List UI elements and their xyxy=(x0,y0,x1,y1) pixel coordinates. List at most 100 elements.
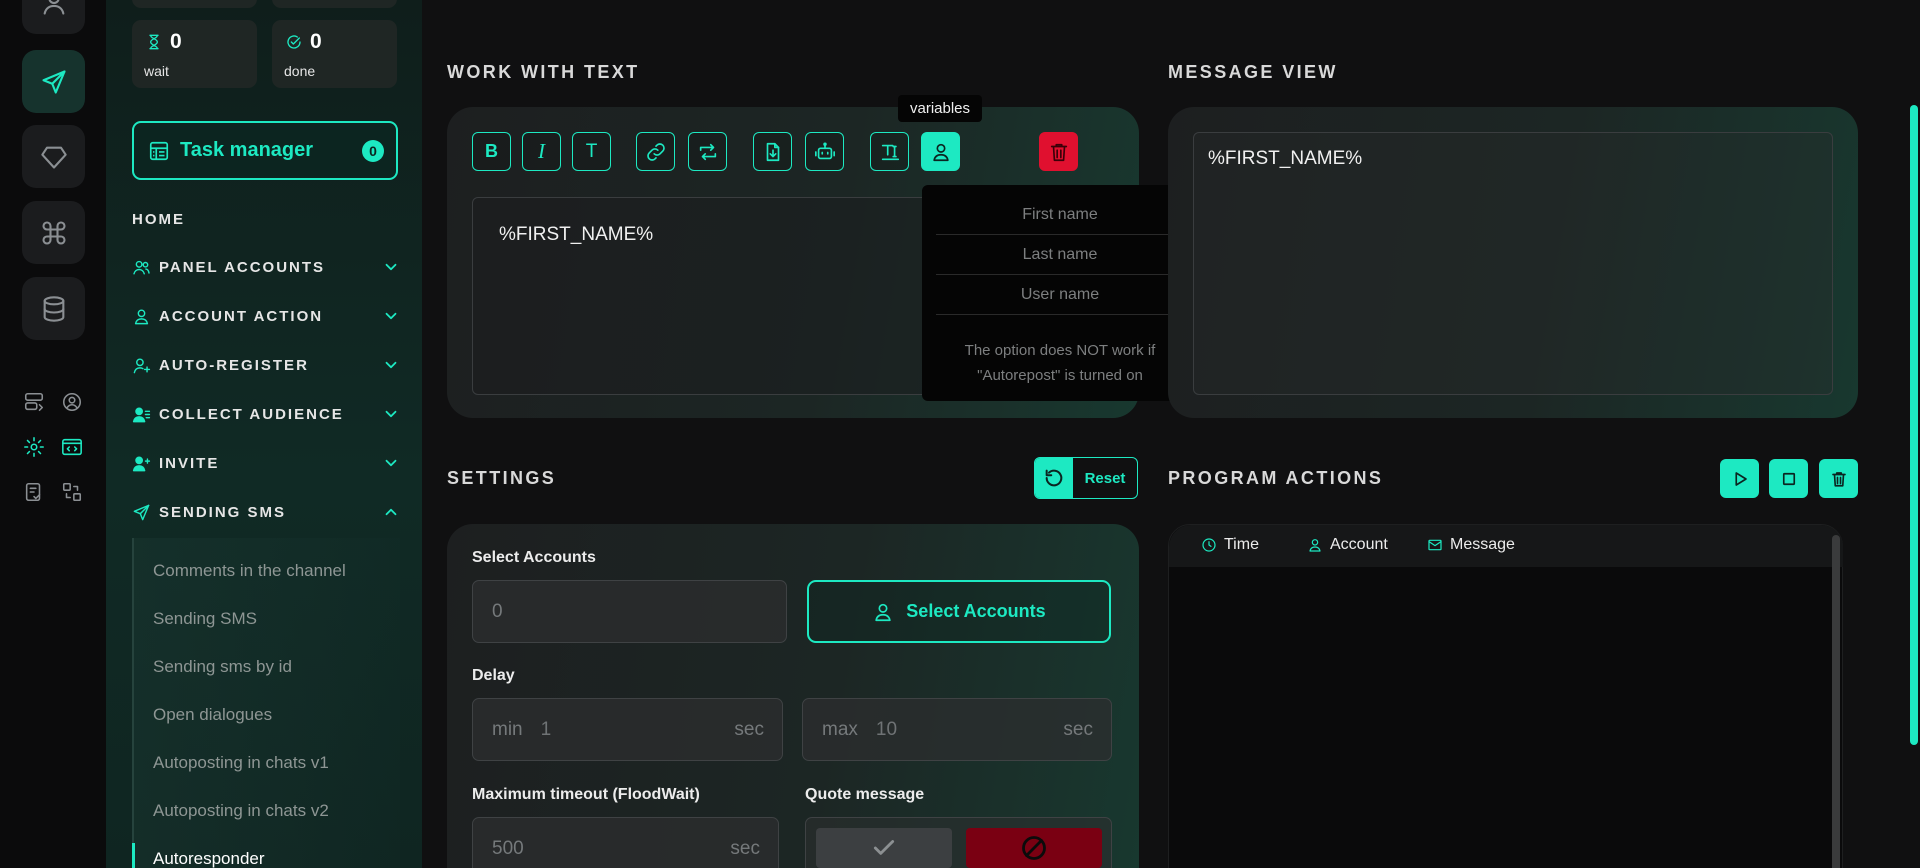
quote-on-button[interactable] xyxy=(816,828,952,868)
paper-plane-icon xyxy=(41,69,66,94)
prohibited-icon xyxy=(1022,836,1046,860)
diamond-icon xyxy=(40,146,67,169)
delay-min-unit: sec xyxy=(734,718,764,740)
wait-stat-card: 0 wait xyxy=(132,20,257,88)
file-add-icon xyxy=(766,142,779,161)
check-icon xyxy=(873,840,895,855)
sub-item-sending-sms[interactable]: Sending SMS xyxy=(153,609,257,629)
play-icon xyxy=(1734,471,1747,486)
nav-sending-sms[interactable]: SENDING SMS xyxy=(132,500,400,524)
user-circle-icon[interactable] xyxy=(60,390,84,414)
bold-button[interactable]: B xyxy=(472,132,511,171)
nav-label: SENDING SMS xyxy=(159,503,287,521)
delay-min-prefix: min xyxy=(492,718,523,740)
sub-item-autoposting-v1[interactable]: Autoposting in chats v1 xyxy=(153,753,329,773)
nav-collect-audience[interactable]: COLLECT AUDIENCE xyxy=(132,402,400,426)
variable-first-name[interactable]: First name xyxy=(936,195,1184,235)
reset-button[interactable]: Reset xyxy=(1034,457,1138,499)
message-view-title: MESSAGE VIEW xyxy=(1168,62,1338,82)
nav-invite[interactable]: INVITE xyxy=(132,451,400,475)
chevron-down-icon[interactable] xyxy=(382,258,400,276)
wait-count: 0 xyxy=(170,30,182,53)
swap-shapes-icon[interactable] xyxy=(60,480,84,504)
chevron-up-icon[interactable] xyxy=(382,503,400,521)
select-accounts-button-label: Select Accounts xyxy=(906,601,1046,621)
sending-sms-submenu: Comments in the channel Sending SMS Send… xyxy=(132,538,400,868)
quote-off-button[interactable] xyxy=(966,828,1102,868)
chevron-down-icon[interactable] xyxy=(382,454,400,472)
sub-item-comments[interactable]: Comments in the channel xyxy=(153,561,346,581)
server-list-icon[interactable] xyxy=(22,390,46,414)
sending-nav-button[interactable] xyxy=(22,50,85,113)
user-invite-icon xyxy=(132,455,151,471)
nav-panel-accounts[interactable]: PANEL ACCOUNTS xyxy=(132,255,400,279)
repost-icon xyxy=(699,143,716,160)
task-board-icon xyxy=(149,141,169,160)
sub-item-sending-sms-by-id[interactable]: Sending sms by id xyxy=(153,657,292,677)
log-header: Time Account Message xyxy=(1169,525,1843,567)
delay-max-input[interactable]: max 10 sec xyxy=(802,698,1112,761)
bot-button[interactable] xyxy=(805,132,844,171)
page-scrollbar[interactable] xyxy=(1910,105,1918,745)
start-button[interactable] xyxy=(1720,459,1759,498)
commands-nav-button[interactable] xyxy=(22,201,85,264)
code-window-icon[interactable] xyxy=(60,435,84,459)
delay-max-prefix: max xyxy=(822,718,858,740)
log-column-time: Time xyxy=(1201,536,1259,554)
database-nav-button[interactable] xyxy=(22,277,85,340)
sub-item-open-dialogues[interactable]: Open dialogues xyxy=(153,705,272,725)
premium-nav-button[interactable] xyxy=(22,125,85,188)
nav-auto-register[interactable]: AUTO-REGISTER xyxy=(132,353,400,377)
delay-min-input[interactable]: min 1 sec xyxy=(472,698,783,761)
log-column-message: Message xyxy=(1427,536,1515,554)
insert-file-button[interactable] xyxy=(753,132,792,171)
select-accounts-label: Select Accounts xyxy=(472,549,596,566)
variable-user-name[interactable]: User name xyxy=(936,275,1184,315)
user-icon xyxy=(932,143,949,161)
settings-gear-icon[interactable] xyxy=(22,435,46,459)
command-icon xyxy=(41,220,66,245)
italic-button[interactable]: I xyxy=(522,132,561,171)
program-actions-title: PROGRAM ACTIONS xyxy=(1168,468,1384,488)
user-list-icon xyxy=(132,406,151,422)
wait-label: wait xyxy=(144,63,169,79)
nav-home[interactable]: HOME xyxy=(132,211,185,228)
variable-last-name[interactable]: Last name xyxy=(936,235,1184,275)
user-icon xyxy=(43,0,64,15)
log-scrollbar[interactable] xyxy=(1832,535,1840,868)
nav-label: ACCOUNT ACTION xyxy=(159,307,324,325)
task-manager-button[interactable]: Task manager 0 xyxy=(132,121,398,180)
done-label: done xyxy=(284,63,316,79)
quote-message-toggle xyxy=(805,817,1112,868)
delay-min-value: 1 xyxy=(540,718,552,740)
message-preview-text: %FIRST_NAME% xyxy=(1208,148,1363,169)
sub-item-autoresponder[interactable]: Autoresponder xyxy=(153,849,265,868)
repost-button[interactable] xyxy=(688,132,727,171)
chevron-down-icon[interactable] xyxy=(382,356,400,374)
profile-nav-button[interactable] xyxy=(22,0,85,34)
chevron-down-icon[interactable] xyxy=(382,405,400,423)
sub-item-autoposting-v2[interactable]: Autoposting in chats v2 xyxy=(153,801,329,821)
editor-text[interactable]: %FIRST_NAME% xyxy=(499,224,653,246)
task-manager-label: Task manager xyxy=(180,139,314,161)
clear-log-button[interactable] xyxy=(1819,459,1858,498)
done-stat-card: 0 done xyxy=(272,20,397,88)
checklist-icon[interactable] xyxy=(22,480,46,504)
link-button[interactable] xyxy=(636,132,675,171)
accounts-count-input[interactable]: 0 xyxy=(472,580,787,643)
nav-account-action[interactable]: ACCOUNT ACTION xyxy=(132,304,400,328)
user-plus-icon xyxy=(133,357,151,373)
log-column-time-label: Time xyxy=(1224,536,1259,553)
select-accounts-button[interactable]: Select Accounts xyxy=(807,580,1111,643)
text-format-button[interactable] xyxy=(870,132,909,171)
stop-button[interactable] xyxy=(1769,459,1808,498)
floodwait-input[interactable]: 500 sec xyxy=(472,817,779,868)
text-style-button[interactable]: T xyxy=(572,132,611,171)
chevron-down-icon[interactable] xyxy=(382,307,400,325)
message-preview-box: %FIRST_NAME% xyxy=(1193,132,1833,395)
variables-button[interactable] xyxy=(921,132,960,171)
floodwait-value: 500 xyxy=(492,837,524,859)
clear-text-button[interactable] xyxy=(1039,132,1078,171)
link-icon xyxy=(646,142,665,161)
reset-icon xyxy=(1045,469,1063,487)
